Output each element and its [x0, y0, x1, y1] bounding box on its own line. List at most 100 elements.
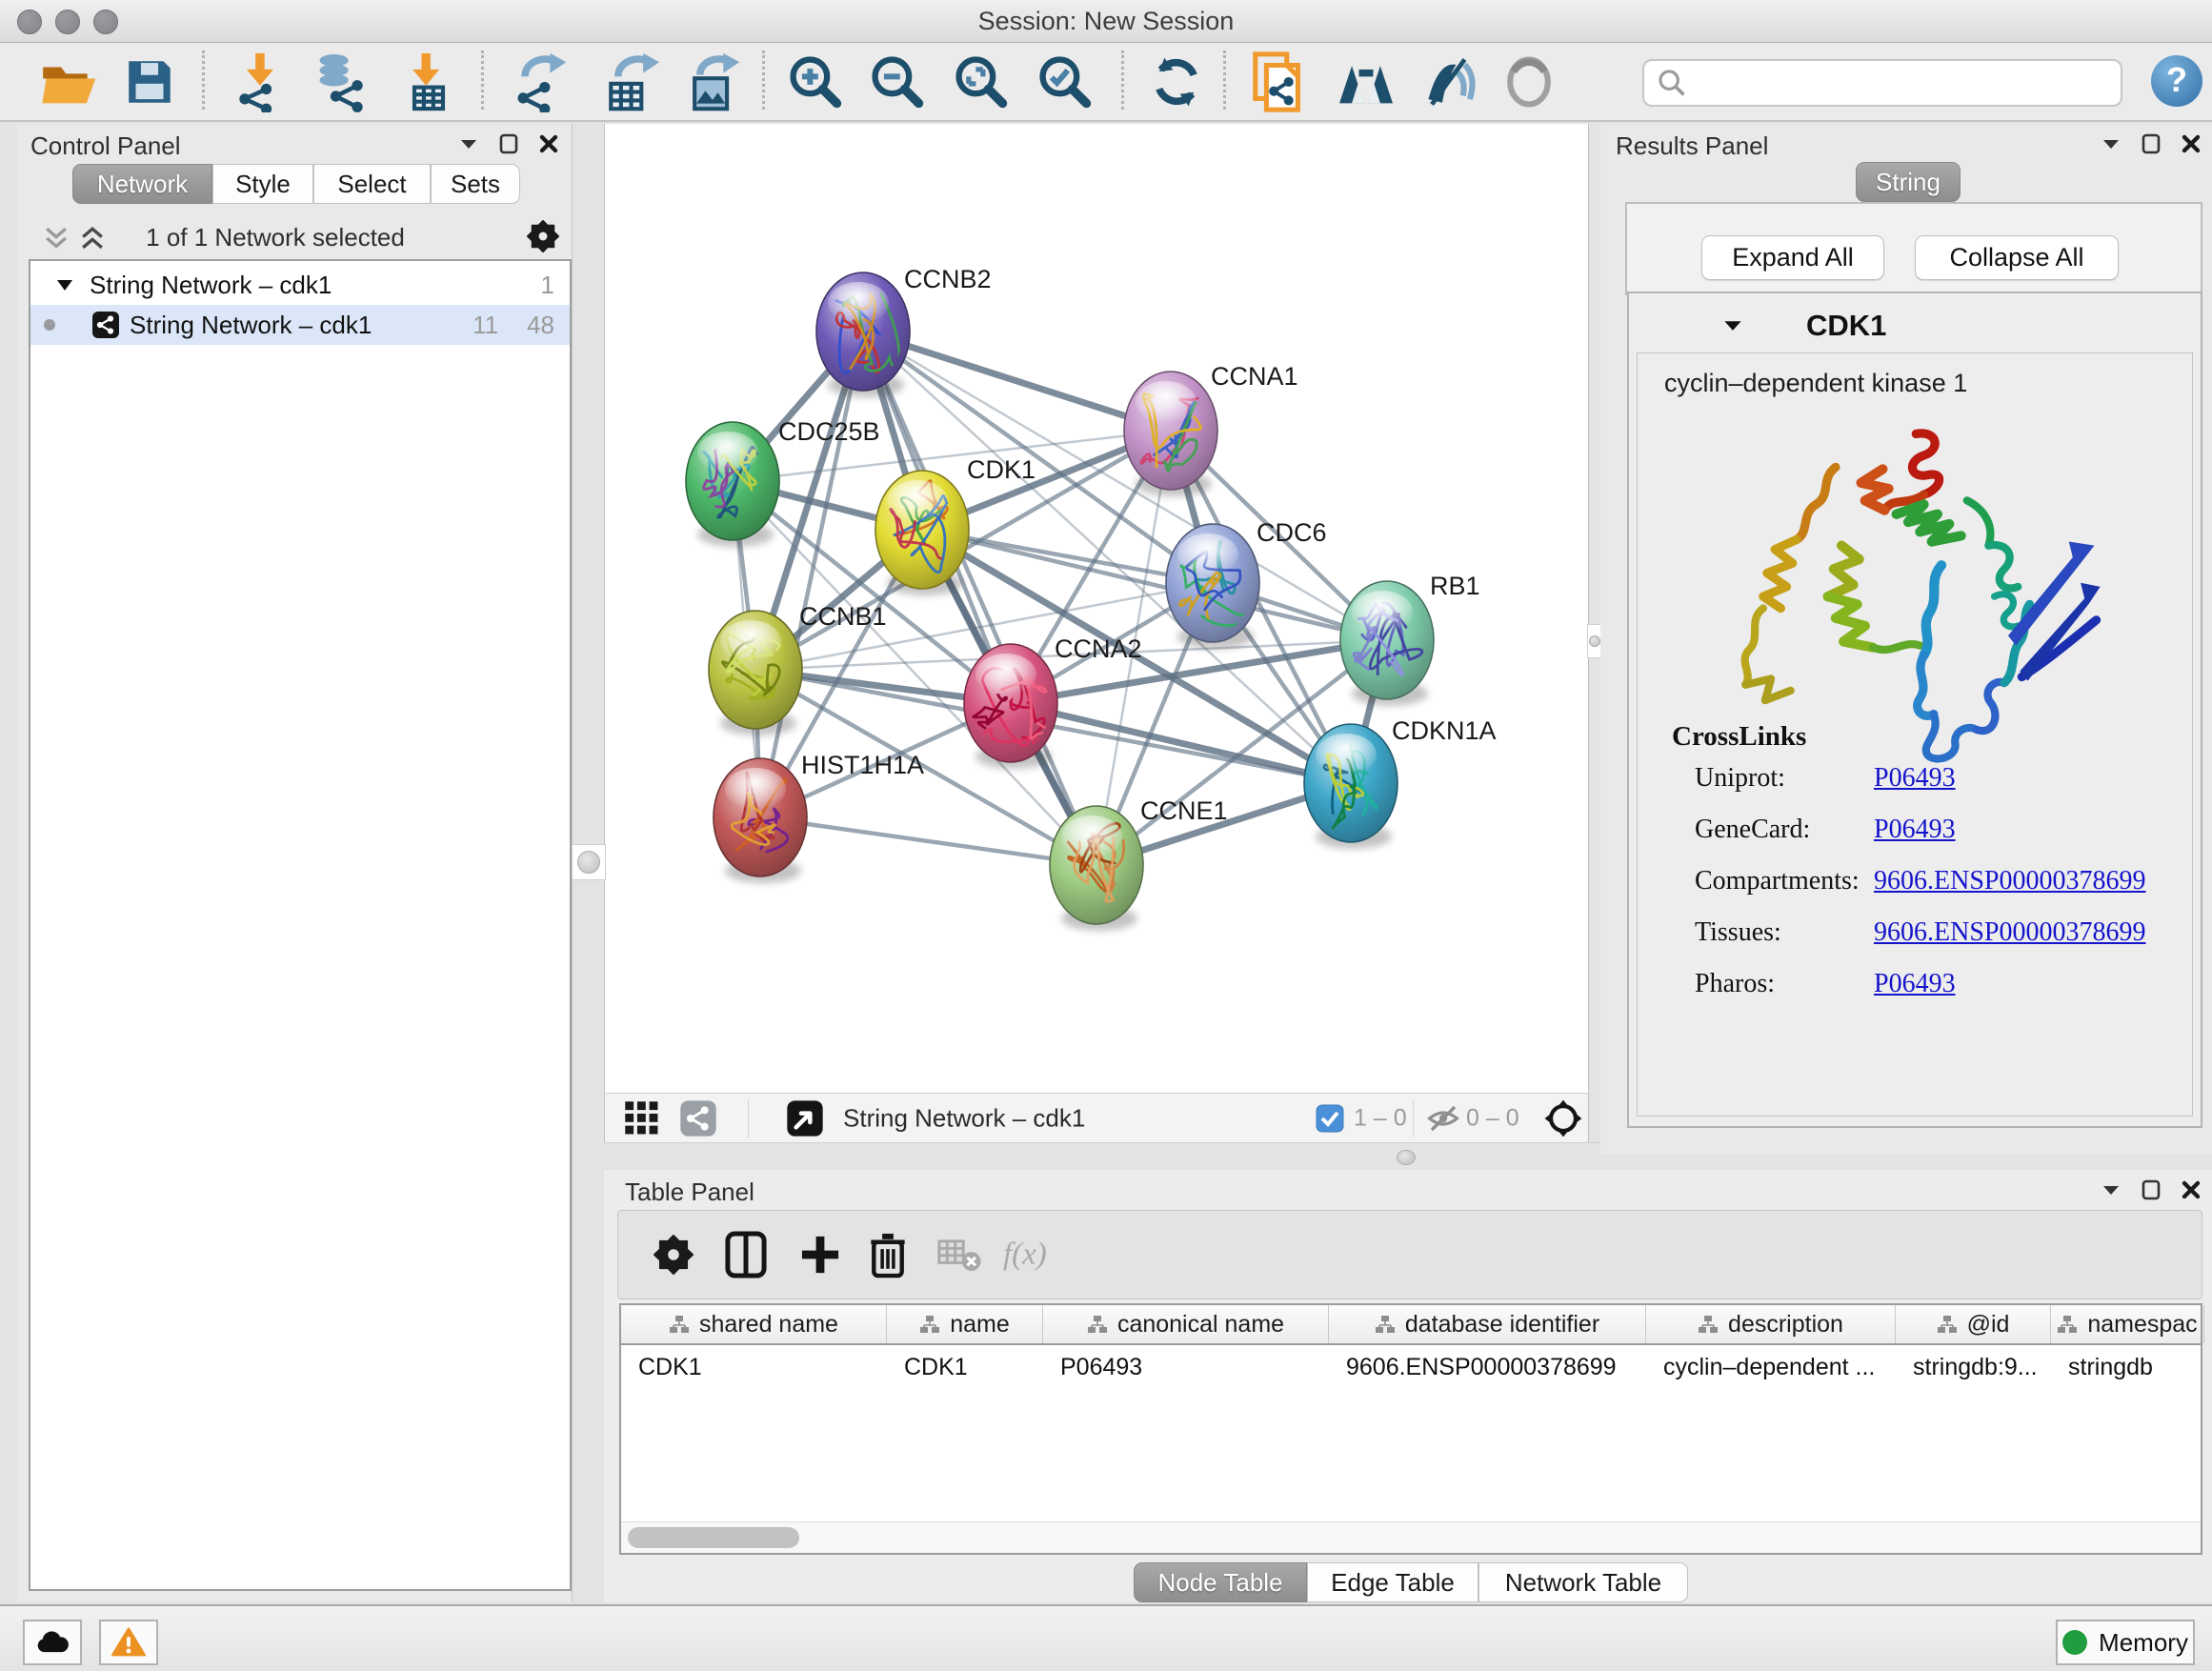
function-builder-icon[interactable]: f(x) — [1003, 1238, 1047, 1273]
table-cell[interactable]: cyclin–dependent ... — [1646, 1345, 1896, 1389]
tree-expander-icon[interactable] — [57, 280, 72, 291]
table-cell[interactable]: stringdb — [2051, 1345, 2204, 1389]
network-node-CDC6[interactable] — [1166, 524, 1259, 649]
scrollbar-thumb[interactable] — [628, 1527, 799, 1548]
network-node-HIST1H1A[interactable] — [714, 758, 807, 883]
table-cell[interactable]: CDK1 — [887, 1345, 1043, 1389]
refresh-icon[interactable] — [1149, 54, 1204, 110]
delete-table-icon[interactable] — [936, 1236, 982, 1274]
network-edge[interactable] — [863, 332, 1096, 865]
save-session-icon[interactable] — [122, 54, 177, 110]
memory-button[interactable]: Memory — [2056, 1620, 2195, 1665]
network-graph[interactable]: CCNB2CCNA1CDC25BCDK1CDC6RB1CCNB1CCNA2CDK… — [605, 124, 1586, 1093]
export-image-icon[interactable] — [682, 51, 743, 112]
network-node-CDK1[interactable] — [875, 471, 969, 595]
table-horizontal-scrollbar[interactable] — [621, 1521, 2201, 1553]
network-edge[interactable] — [863, 332, 1171, 431]
zoom-in-icon[interactable] — [787, 53, 844, 111]
help-icon[interactable]: ? — [2151, 55, 2202, 107]
close-panel-icon[interactable] — [2182, 1180, 2201, 1199]
add-column-icon[interactable] — [799, 1234, 841, 1276]
table-row[interactable]: CDK1CDK1P064939606.ENSP00000378699cyclin… — [621, 1345, 2201, 1389]
network-node-CDKN1A[interactable] — [1304, 724, 1398, 849]
network-row-selected[interactable]: String Network – cdk1 11 48 — [30, 305, 570, 345]
network-node-CCNB2[interactable] — [816, 272, 910, 397]
network-node-CCNB1[interactable] — [709, 611, 802, 735]
network-node-CDC25B[interactable] — [686, 422, 779, 547]
column-header-description[interactable]: description — [1646, 1305, 1896, 1343]
network-collection-row[interactable]: String Network – cdk1 1 — [30, 265, 570, 305]
select-columns-icon[interactable] — [725, 1231, 767, 1278]
float-panel-icon[interactable] — [499, 133, 518, 154]
table-options-gear-icon[interactable] — [653, 1234, 694, 1276]
table-cell[interactable]: stringdb:9... — [1896, 1345, 2051, 1389]
tab-sets[interactable]: Sets — [431, 164, 520, 204]
network-canvas[interactable]: CCNB2CCNA1CDC25BCDK1CDC6RB1CCNB1CCNA2CDK… — [604, 124, 1589, 1093]
tab-style[interactable]: Style — [212, 164, 313, 204]
float-panel-icon[interactable] — [2142, 133, 2161, 154]
network-options-gear-icon[interactable] — [526, 219, 560, 253]
hidden-eye-slash-icon[interactable] — [1426, 1103, 1460, 1134]
show-hide-graphics-details-icon[interactable] — [1421, 54, 1480, 110]
import-network-database-icon[interactable] — [312, 51, 373, 112]
column-header-@id[interactable]: @id — [1896, 1305, 2051, 1343]
gene-header-row[interactable]: CDK1 — [1635, 299, 2195, 352]
left-splitter-handle[interactable] — [572, 844, 606, 880]
zoom-selected-icon[interactable] — [1036, 53, 1094, 111]
network-edge[interactable] — [760, 817, 1096, 865]
warnings-button[interactable] — [99, 1620, 158, 1665]
collapse-gene-icon[interactable] — [1722, 318, 1743, 332]
pan-crosshair-icon[interactable] — [1542, 1097, 1584, 1139]
search-field[interactable] — [1642, 59, 2122, 107]
network-node-CCNA1[interactable] — [1124, 372, 1217, 496]
column-header-namespac[interactable]: namespac — [2051, 1305, 2204, 1343]
network-node-CCNA2[interactable] — [964, 644, 1057, 769]
export-network-icon[interactable] — [511, 51, 572, 112]
network-node-CCNE1[interactable] — [1050, 806, 1143, 931]
import-table-icon[interactable] — [400, 51, 457, 112]
crosslink-link[interactable]: 9606.ENSP00000378699 — [1874, 866, 2145, 896]
tab-network-table[interactable]: Network Table — [1478, 1562, 1688, 1602]
horizontal-splitter-handle[interactable] — [1397, 1150, 1416, 1165]
tab-select[interactable]: Select — [313, 164, 431, 204]
tab-edge-table[interactable]: Edge Table — [1307, 1562, 1478, 1602]
zoom-fit-icon[interactable] — [953, 53, 1010, 111]
search-input[interactable] — [1688, 64, 2121, 102]
collapse-all-button[interactable]: Collapse All — [1915, 235, 2119, 280]
table-cell[interactable]: CDK1 — [621, 1345, 887, 1389]
panel-menu-icon[interactable] — [459, 137, 478, 151]
open-session-icon[interactable] — [38, 55, 97, 109]
column-header-name[interactable]: name — [887, 1305, 1043, 1343]
panel-menu-icon[interactable] — [2101, 137, 2121, 151]
network-node-RB1[interactable] — [1340, 581, 1434, 706]
column-header-shared-name[interactable]: shared name — [621, 1305, 887, 1343]
zoom-out-icon[interactable] — [869, 53, 926, 111]
cloud-button[interactable] — [23, 1620, 82, 1665]
column-header-canonical-name[interactable]: canonical name — [1043, 1305, 1329, 1343]
grid-view-icon[interactable] — [624, 1100, 660, 1137]
expand-all-button[interactable]: Expand All — [1701, 235, 1884, 280]
table-cell[interactable]: 9606.ENSP00000378699 — [1329, 1345, 1646, 1389]
table-cell[interactable]: P06493 — [1043, 1345, 1329, 1389]
import-network-icon[interactable] — [229, 51, 290, 112]
panel-menu-icon[interactable] — [2101, 1183, 2121, 1197]
tab-node-table[interactable]: Node Table — [1134, 1562, 1307, 1602]
birdseye-view-eye-icon[interactable] — [1503, 54, 1555, 110]
float-panel-icon[interactable] — [2142, 1179, 2161, 1200]
close-panel-icon[interactable] — [2182, 134, 2201, 153]
export-table-icon[interactable] — [600, 51, 661, 112]
crosslink-link[interactable]: P06493 — [1874, 763, 1956, 794]
tab-network[interactable]: Network — [72, 164, 212, 204]
column-header-database-identifier[interactable]: database identifier — [1329, 1305, 1646, 1343]
delete-column-icon[interactable] — [868, 1231, 908, 1278]
network-edge[interactable] — [1011, 703, 1351, 783]
crosslink-link[interactable]: P06493 — [1874, 815, 1956, 845]
selected-checkbox-icon[interactable] — [1316, 1104, 1344, 1133]
open-view-icon[interactable] — [786, 1099, 824, 1137]
crosslink-link[interactable]: P06493 — [1874, 969, 1956, 999]
search-network-binoculars-icon[interactable] — [1336, 55, 1397, 109]
string-view-icon[interactable] — [679, 1099, 717, 1137]
tab-string[interactable]: String — [1856, 162, 1961, 202]
close-panel-icon[interactable] — [539, 134, 558, 153]
clone-network-icon[interactable] — [1248, 50, 1311, 113]
